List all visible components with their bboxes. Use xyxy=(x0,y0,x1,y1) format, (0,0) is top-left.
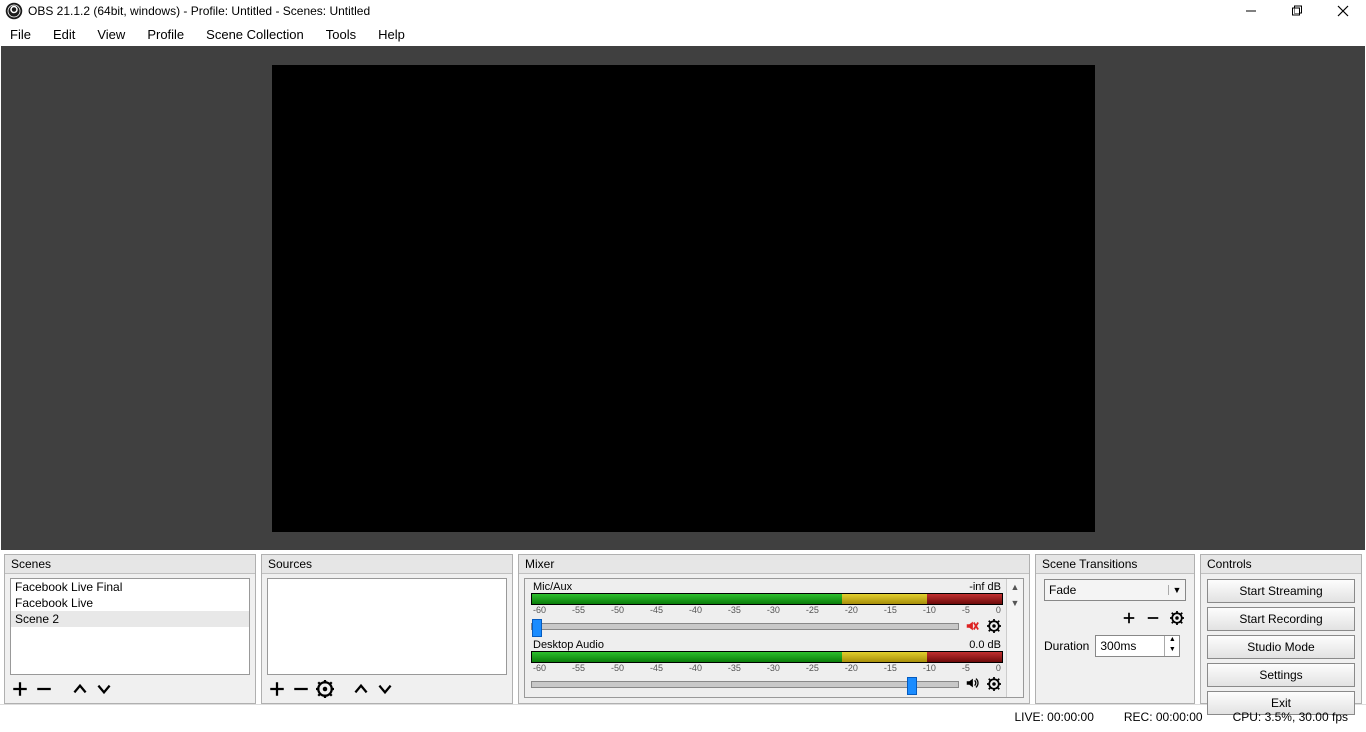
menu-edit[interactable]: Edit xyxy=(51,25,77,44)
studio-mode-button[interactable]: Studio Mode xyxy=(1207,635,1355,659)
move-source-down-button[interactable] xyxy=(376,680,394,698)
titlebar: OBS 21.1.2 (64bit, windows) - Profile: U… xyxy=(0,0,1366,22)
sources-dock: Sources xyxy=(261,554,513,704)
obs-logo-icon xyxy=(5,2,23,20)
channel-level: 0.0 dB xyxy=(969,639,1001,651)
status-rec: REC: 00:00:00 xyxy=(1124,710,1203,724)
mixer-scrollbar[interactable]: ▲ ▼ xyxy=(1006,579,1023,697)
spin-up-icon[interactable]: ▲ xyxy=(1165,636,1179,646)
channel-name: Desktop Audio xyxy=(533,639,604,651)
mixer-dock: Mixer Mic/Aux -inf dB -60-55-50-45-40-35… xyxy=(518,554,1030,704)
move-scene-down-button[interactable] xyxy=(95,680,113,698)
status-live: LIVE: 00:00:00 xyxy=(1014,710,1093,724)
audio-meter xyxy=(531,651,1003,663)
scenes-dock: Scenes Facebook Live Final Facebook Live… xyxy=(4,554,256,704)
spin-down-icon[interactable]: ▼ xyxy=(1165,646,1179,656)
settings-button[interactable]: Settings xyxy=(1207,663,1355,687)
start-streaming-button[interactable]: Start Streaming xyxy=(1207,579,1355,603)
meter-ticks: -60-55-50-45-40-35-30-25-20-15-10-50 xyxy=(531,663,1003,673)
menu-tools[interactable]: Tools xyxy=(324,25,358,44)
mixer-body: Mic/Aux -inf dB -60-55-50-45-40-35-30-25… xyxy=(524,578,1024,698)
mixer-title: Mixer xyxy=(519,555,1029,574)
mixer-channel: Mic/Aux -inf dB -60-55-50-45-40-35-30-25… xyxy=(525,579,1023,637)
scroll-down-icon[interactable]: ▼ xyxy=(1007,595,1023,611)
start-recording-button[interactable]: Start Recording xyxy=(1207,607,1355,631)
move-scene-up-button[interactable] xyxy=(71,680,89,698)
controls-dock: Controls Start Streaming Start Recording… xyxy=(1200,554,1362,704)
remove-transition-button[interactable] xyxy=(1144,609,1162,627)
meter-ticks: -60-55-50-45-40-35-30-25-20-15-10-50 xyxy=(531,605,1003,615)
menubar: File Edit View Profile Scene Collection … xyxy=(0,22,1366,46)
minimize-button[interactable] xyxy=(1228,0,1274,22)
remove-source-button[interactable] xyxy=(292,680,310,698)
sources-title: Sources xyxy=(262,555,512,574)
scene-item[interactable]: Facebook Live Final xyxy=(11,579,249,595)
transitions-title: Scene Transitions xyxy=(1036,555,1194,574)
scene-item[interactable]: Facebook Live xyxy=(11,595,249,611)
transitions-dock: Scene Transitions Fade ▼ Duration ▲▼ xyxy=(1035,554,1195,704)
transition-settings-button[interactable] xyxy=(1168,609,1186,627)
volume-slider[interactable] xyxy=(531,623,959,630)
remove-scene-button[interactable] xyxy=(35,680,53,698)
transition-select[interactable]: Fade ▼ xyxy=(1044,579,1186,601)
menu-help[interactable]: Help xyxy=(376,25,407,44)
add-transition-button[interactable] xyxy=(1120,609,1138,627)
channel-settings-button[interactable] xyxy=(985,617,1003,635)
transition-selected: Fade xyxy=(1045,583,1168,597)
statusbar: LIVE: 00:00:00 REC: 00:00:00 CPU: 3.5%, … xyxy=(0,704,1366,729)
window-title: OBS 21.1.2 (64bit, windows) - Profile: U… xyxy=(28,4,370,18)
channel-level: -inf dB xyxy=(969,581,1001,593)
sources-toolbar xyxy=(262,675,512,703)
add-scene-button[interactable] xyxy=(11,680,29,698)
menu-view[interactable]: View xyxy=(95,25,127,44)
channel-settings-button[interactable] xyxy=(985,675,1003,693)
move-source-up-button[interactable] xyxy=(352,680,370,698)
audio-meter xyxy=(531,593,1003,605)
sources-list[interactable] xyxy=(267,578,507,675)
source-properties-button[interactable] xyxy=(316,680,334,698)
maximize-button[interactable] xyxy=(1274,0,1320,22)
controls-title: Controls xyxy=(1201,555,1361,574)
scenes-list[interactable]: Facebook Live Final Facebook Live Scene … xyxy=(10,578,250,675)
menu-profile[interactable]: Profile xyxy=(145,25,186,44)
menu-scene-collection[interactable]: Scene Collection xyxy=(204,25,306,44)
preview-area xyxy=(1,46,1365,550)
duration-input[interactable] xyxy=(1096,636,1164,656)
scenes-title: Scenes xyxy=(5,555,255,574)
volume-slider[interactable] xyxy=(531,681,959,688)
preview-canvas[interactable] xyxy=(272,65,1095,532)
close-button[interactable] xyxy=(1320,0,1366,22)
chevron-down-icon: ▼ xyxy=(1168,585,1185,595)
add-source-button[interactable] xyxy=(268,680,286,698)
scene-item[interactable]: Scene 2 xyxy=(11,611,249,627)
mixer-channel: Desktop Audio 0.0 dB -60-55-50-45-40-35-… xyxy=(525,637,1023,695)
menu-file[interactable]: File xyxy=(8,25,33,44)
speaker-button[interactable] xyxy=(965,676,979,693)
duration-label: Duration xyxy=(1044,639,1089,653)
status-cpu: CPU: 3.5%, 30.00 fps xyxy=(1233,710,1348,724)
scenes-toolbar xyxy=(5,675,255,703)
scroll-up-icon[interactable]: ▲ xyxy=(1007,579,1023,595)
channel-name: Mic/Aux xyxy=(533,581,572,593)
mute-button[interactable] xyxy=(965,619,979,633)
duration-spinbox[interactable]: ▲▼ xyxy=(1095,635,1180,657)
